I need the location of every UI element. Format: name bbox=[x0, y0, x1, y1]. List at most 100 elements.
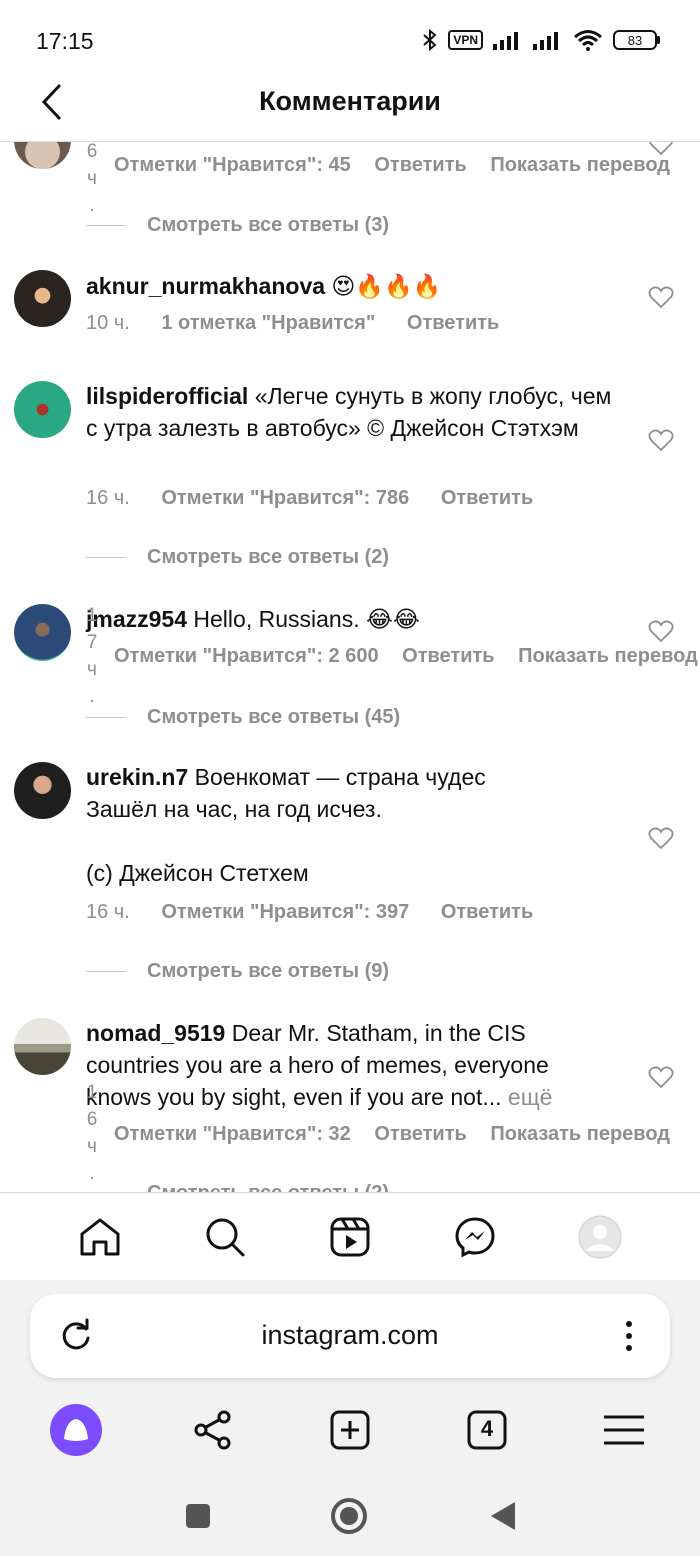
system-navigation bbox=[0, 1476, 700, 1556]
alice-icon bbox=[50, 1404, 102, 1456]
nav-home[interactable] bbox=[76, 1213, 124, 1261]
translate-button[interactable]: Показать перевод bbox=[490, 154, 670, 176]
comment-username[interactable]: aknur_nurmakhanova bbox=[86, 273, 325, 299]
wifi-icon bbox=[574, 30, 602, 51]
likes-count[interactable]: Отметки "Нравится": 2 600 bbox=[114, 645, 379, 667]
avatar[interactable] bbox=[14, 381, 71, 438]
likes-count[interactable]: 1 отметка "Нравится" bbox=[161, 312, 375, 334]
reply-button[interactable]: Ответить bbox=[402, 645, 494, 667]
view-replies-button[interactable]: Смотреть все ответы (2) bbox=[86, 1182, 389, 1192]
heart-icon[interactable] bbox=[648, 619, 674, 643]
comment-time: 16 ч. bbox=[86, 487, 130, 509]
share-button[interactable] bbox=[185, 1402, 241, 1458]
comment-body: aknur_nurmakhanova 😍🔥🔥🔥 bbox=[86, 270, 626, 302]
comment-text: Hello, Russians. 😂😂 bbox=[193, 606, 420, 632]
comment-actions: 10 ч. 1 отметка "Нравится" Ответить bbox=[86, 312, 499, 335]
more-vertical-icon[interactable] bbox=[614, 1316, 644, 1356]
browser-toolbar: instagram.com 4 bbox=[0, 1280, 700, 1476]
menu-button[interactable] bbox=[596, 1402, 652, 1458]
view-replies-button[interactable]: Смотреть все ответы (45) bbox=[86, 706, 400, 729]
avatar[interactable] bbox=[14, 604, 71, 661]
heart-icon[interactable] bbox=[648, 826, 674, 850]
search-icon bbox=[206, 1218, 245, 1256]
reply-button[interactable]: Ответить bbox=[441, 901, 533, 923]
avatar[interactable] bbox=[14, 1018, 71, 1075]
bluetooth-icon bbox=[423, 28, 437, 52]
square-icon bbox=[186, 1504, 210, 1528]
comment-username[interactable]: nomad_9519 bbox=[86, 1020, 225, 1046]
comment-text-line bbox=[86, 825, 616, 857]
nav-reels[interactable] bbox=[326, 1213, 374, 1261]
comment-body: urekin.n7 Военкомат — страна чудес Зашёл… bbox=[86, 761, 616, 889]
signal-icon-2 bbox=[533, 32, 558, 50]
comments-list[interactable]: 6 ч . Отметки "Нравится": 45 Ответить По… bbox=[0, 142, 700, 1192]
vpn-badge: VPN bbox=[448, 30, 483, 50]
view-replies-button[interactable]: Смотреть все ответы (9) bbox=[86, 960, 389, 983]
avatar[interactable] bbox=[14, 762, 71, 819]
comment-username[interactable]: jmazz954 bbox=[86, 606, 187, 632]
reply-button[interactable]: Ответить bbox=[407, 312, 499, 334]
comment-time: 10 ч. bbox=[86, 312, 130, 334]
signal-icon bbox=[493, 32, 518, 50]
translate-button[interactable]: Показать перевод bbox=[518, 645, 698, 667]
comment-time: 16 ч. bbox=[86, 901, 130, 923]
comments-header: Комментарии bbox=[0, 80, 700, 142]
home-icon bbox=[80, 1218, 120, 1255]
address-bar[interactable]: instagram.com bbox=[30, 1294, 670, 1378]
status-time: 17:15 bbox=[36, 28, 94, 54]
home-system-button[interactable] bbox=[329, 1496, 369, 1536]
reply-button[interactable]: Ответить bbox=[441, 487, 533, 509]
circle-icon bbox=[331, 1498, 367, 1534]
more-link[interactable]: ещё bbox=[508, 1084, 553, 1110]
comment-username[interactable]: lilspiderofficial bbox=[86, 383, 248, 409]
new-tab-button[interactable] bbox=[322, 1402, 378, 1458]
page-title: Комментарии bbox=[259, 86, 441, 116]
reply-button[interactable]: Ответить bbox=[374, 154, 466, 176]
comment-time: 1 7 ч . bbox=[86, 605, 98, 707]
status-icons: VPN 83 bbox=[422, 28, 660, 52]
nav-messenger[interactable] bbox=[451, 1213, 499, 1261]
nav-search[interactable] bbox=[201, 1213, 249, 1261]
heart-icon[interactable] bbox=[648, 285, 674, 309]
translate-button[interactable]: Показать перевод bbox=[490, 1123, 670, 1145]
heart-icon[interactable] bbox=[648, 428, 674, 452]
comment-body: nomad_9519 Dear Mr. Statham, in the CIS … bbox=[86, 1017, 616, 1113]
likes-count[interactable]: Отметки "Нравится": 32 bbox=[114, 1123, 351, 1145]
reply-button[interactable]: Ответить bbox=[374, 1123, 466, 1145]
comment-actions: Отметки "Нравится": 32 Ответить Показать… bbox=[114, 1123, 688, 1146]
tabs-button[interactable]: 4 bbox=[459, 1402, 515, 1458]
url-text[interactable]: instagram.com bbox=[30, 1320, 670, 1351]
share-icon bbox=[194, 1410, 231, 1450]
comment-text-line: Военкомат — страна чудес bbox=[194, 764, 486, 790]
comment-username[interactable]: urekin.n7 bbox=[86, 764, 188, 790]
hamburger-menu-icon bbox=[604, 1415, 644, 1445]
view-replies-button[interactable]: Смотреть все ответы (3) bbox=[86, 214, 389, 237]
likes-count[interactable]: Отметки "Нравится": 397 bbox=[161, 901, 409, 923]
messenger-icon bbox=[455, 1216, 495, 1257]
bottom-navigation bbox=[0, 1192, 700, 1280]
avatar[interactable] bbox=[14, 142, 71, 169]
reels-icon bbox=[330, 1217, 370, 1256]
comment-actions: 16 ч. Отметки "Нравится": 397 Ответить bbox=[86, 901, 533, 924]
tabs-count: 4 bbox=[480, 1416, 494, 1441]
triangle-back-icon bbox=[491, 1502, 515, 1530]
comment-text: 😍🔥🔥🔥 bbox=[331, 273, 442, 299]
heart-icon[interactable] bbox=[648, 1065, 674, 1089]
avatar[interactable] bbox=[14, 270, 71, 327]
likes-count[interactable]: Отметки "Нравится": 45 bbox=[114, 154, 351, 176]
browser-actions: 4 bbox=[0, 1398, 700, 1462]
comment-actions: 16 ч. Отметки "Нравится": 786 Ответить bbox=[86, 487, 533, 510]
recent-apps-button[interactable] bbox=[178, 1496, 218, 1536]
heart-icon[interactable] bbox=[648, 142, 674, 156]
view-replies-button[interactable]: Смотреть все ответы (2) bbox=[86, 546, 389, 569]
battery-level: 83 bbox=[613, 30, 657, 50]
nav-profile[interactable] bbox=[576, 1213, 624, 1261]
comment-text-line: Зашёл на час, на год исчез. bbox=[86, 796, 382, 822]
alice-button[interactable] bbox=[48, 1402, 104, 1458]
likes-count[interactable]: Отметки "Нравится": 786 bbox=[161, 487, 409, 509]
status-bar: 17:15 VPN 83 bbox=[0, 0, 700, 80]
comment-actions: Отметки "Нравится": 2 600 Ответить Показ… bbox=[114, 645, 700, 668]
comment-actions: Отметки "Нравится": 45 Ответить Показать… bbox=[114, 154, 688, 177]
back-system-button[interactable] bbox=[482, 1496, 522, 1536]
plus-square-icon bbox=[330, 1410, 370, 1450]
